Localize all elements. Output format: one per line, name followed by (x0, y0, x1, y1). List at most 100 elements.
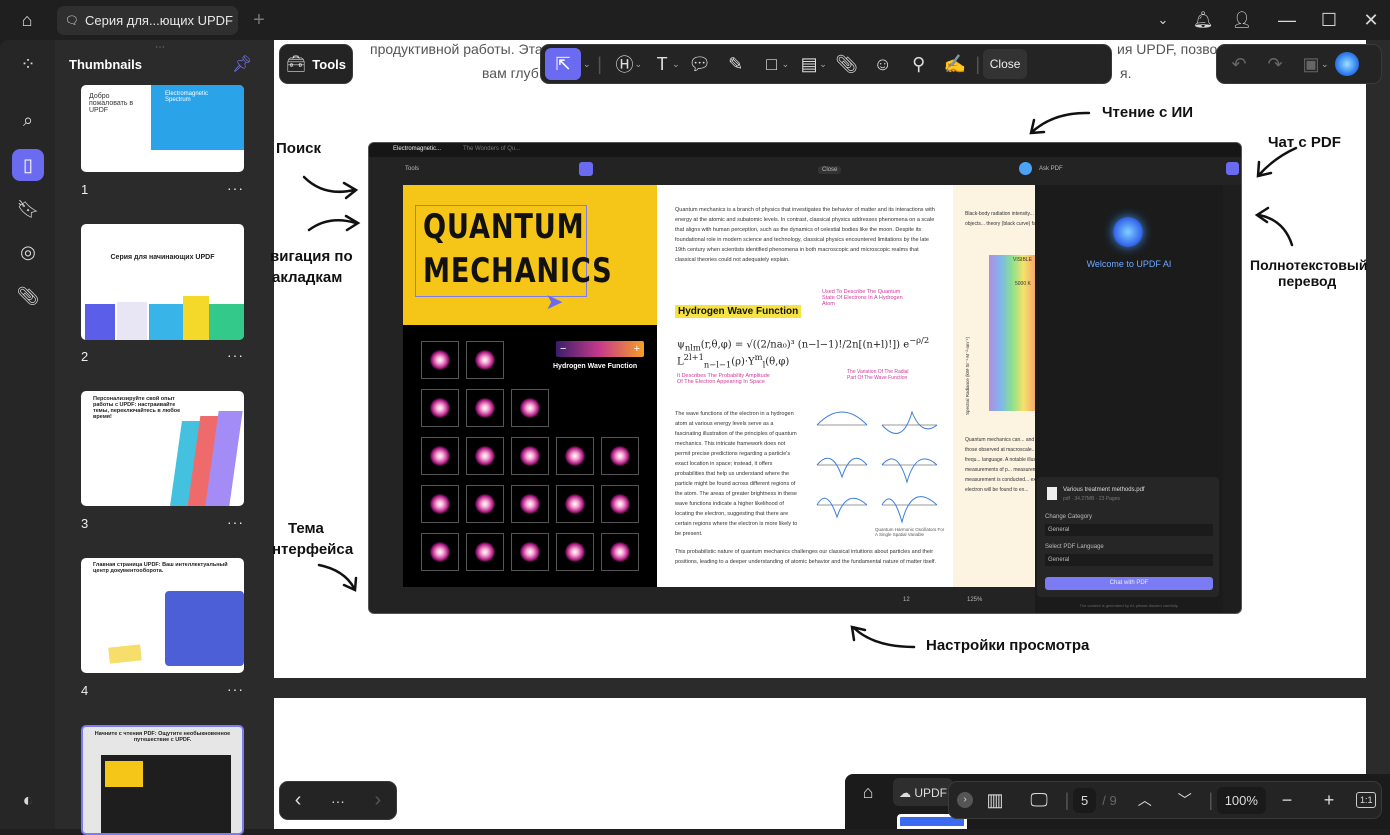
page-more-button[interactable]: ··· (227, 681, 244, 697)
home-icon[interactable]: ⌂ (14, 8, 40, 32)
page-down-icon[interactable]: ﹀ (1165, 784, 1205, 816)
tab-title: Серия для...ющих UPDF (84, 13, 233, 28)
new-tab-button[interactable]: + (249, 8, 269, 32)
user-icon[interactable]: 👤︎ (1231, 8, 1253, 32)
orbital-image (601, 533, 639, 571)
thumbnail-page-1[interactable]: Добро пожаловать в UPDF Electromagnetic … (81, 85, 244, 172)
page-input[interactable]: 5 (1073, 787, 1097, 813)
pages-icon[interactable]: ▯ (12, 149, 44, 181)
file-meta: pdf · 34.27MB · 23 Pages (1063, 496, 1120, 502)
stamp-tool-icon[interactable]: ⚲ (901, 48, 937, 80)
paperclip-icon[interactable]: 📎︎ (12, 280, 44, 312)
thumbnail-page-4[interactable]: Главная страница UPDF: Ваш интеллектуаль… (81, 558, 244, 673)
thumbnail-page-3[interactable]: Персонализируйте свой опыт работы с UPDF… (81, 391, 244, 506)
tools-button[interactable]: 🧰︎ Tools (279, 44, 353, 84)
presentation-icon[interactable]: 🖵︎ (1017, 784, 1061, 816)
minimize-button[interactable]: — (1276, 8, 1298, 32)
theme-icon[interactable]: ◐ (12, 784, 44, 816)
orbital-image (466, 533, 504, 571)
orbital-image (466, 341, 504, 379)
next-button[interactable]: › (375, 789, 382, 812)
thumbnail-page-5[interactable]: Начните с чтения PDF: Ощутите необыкнове… (81, 725, 244, 835)
ai-chat-icon[interactable]: ◎ (12, 236, 44, 268)
orbital-image (556, 533, 594, 571)
maximize-button[interactable]: ☐ (1318, 8, 1340, 32)
bookmark-icon[interactable]: 🔖︎ (12, 193, 44, 225)
thumb-heading: Начните с чтения PDF: Ощутите необыкнове… (94, 731, 231, 743)
thumbnail-page-2[interactable]: Серия для начинающих UPDF (81, 224, 244, 340)
handwritten-note: It Describes The Probability Amplitude O… (677, 373, 770, 385)
orbital-image (601, 437, 639, 475)
undo-icon[interactable]: ↶ (1221, 48, 1257, 80)
pin-icon[interactable]: 📌︎ (232, 54, 252, 74)
home-icon[interactable]: ⌂ (855, 780, 881, 804)
select-tool-icon[interactable]: ⇱ (545, 48, 581, 80)
collapse-icon[interactable]: › (957, 792, 973, 808)
page-total: / 9 (1102, 792, 1117, 808)
orbital-image (511, 533, 549, 571)
orbital-image (556, 485, 594, 523)
file-name: Various treatment methods.pdf (1063, 487, 1145, 493)
ai-welcome: Welcome to UPDF AI (1086, 259, 1172, 269)
comment-tool-icon[interactable]: 💬︎ (682, 48, 718, 80)
panel-title: Thumbnails (69, 57, 142, 72)
redo-icon[interactable]: ↷ (1257, 48, 1293, 80)
doc-heading: Hydrogen Wave Function (675, 305, 802, 318)
annotation-toolbar: ⇱ ⌄ | Ⓗ ⌄ T ⌄ 💬︎ ✎ □ ⌄ ▤ ⌄ 📎︎ ☺ ⚲ ✍ | Close (540, 44, 1112, 84)
page-more-button[interactable]: ··· (227, 514, 244, 530)
title-bar: ⌂ 🗨 Серия для...ющих UPDF + ⌄ 🔔︎ 👤︎ — ☐ ✕ (0, 0, 1390, 40)
page-layout-icon[interactable]: ▥ (973, 784, 1017, 816)
prev-button[interactable]: ‹ (295, 789, 302, 812)
thumbnails-panel: ⋯ Thumbnails 📌︎ Добро пожаловать в UPDF … (55, 40, 272, 835)
category-label: Change Category (1045, 514, 1093, 520)
orbital-image (601, 485, 639, 523)
inner-tab: Electromagnetic... (393, 146, 442, 152)
resize-handle[interactable]: ⋯ (155, 42, 165, 53)
sticker-tool-icon[interactable]: ☺ (865, 48, 901, 80)
pencil-tool-icon[interactable]: ✎ (718, 48, 754, 80)
thumbnails-grid-icon[interactable]: ⁘ (12, 48, 44, 80)
orbital-image (421, 485, 459, 523)
toolbox-icon: 🧰︎ (285, 56, 307, 73)
document-tab[interactable]: 🗨 Серия для...ющих UPDF (57, 6, 238, 35)
inner-ask-pdf: Ask PDF (1039, 166, 1063, 172)
attachment-tool-icon[interactable]: 📎︎ (829, 48, 865, 80)
thumb-heading: Главная страница UPDF: Ваш интеллектуаль… (93, 562, 228, 574)
updf-ai-icon[interactable] (1334, 52, 1359, 76)
bell-icon[interactable]: 🔔︎ (1192, 8, 1214, 32)
left-rail: ⁘ ⌕ ▯ 🔖︎ ◎ 📎︎ ◐ (0, 40, 55, 829)
signature-tool-icon[interactable]: ✍ (937, 48, 973, 80)
inner-tools: Tools (405, 166, 420, 172)
page-more-button[interactable]: ··· (227, 180, 244, 196)
page-more-button[interactable]: ··· (227, 347, 244, 363)
cloud-icon: ☁ (899, 786, 911, 800)
actual-size-button[interactable]: 1:1 (1355, 792, 1377, 808)
doc-paragraph: Black-body radiation intensity... visibl… (965, 211, 1035, 227)
handwritten-note: The Variation Of The Radial Part Of The … (847, 369, 909, 381)
search-icon[interactable]: ⌕ (12, 104, 44, 136)
close-window-button[interactable]: ✕ (1360, 8, 1382, 32)
inner-tab: The Wonders of Qu... (463, 146, 521, 152)
orbital-image (556, 437, 594, 475)
thumb-heading: Добро пожаловать в UPDF (89, 93, 134, 114)
orbital-image (466, 389, 504, 427)
more-button[interactable]: ··· (331, 793, 345, 809)
cursor-icon: ➤ (545, 289, 564, 314)
zoom-out-icon[interactable]: − (1266, 784, 1308, 816)
history-toolbar: ↶ ↷ ▣ ⌄ (1216, 44, 1382, 84)
close-toolbar-button[interactable]: Close (982, 49, 1028, 79)
orbital-image (421, 341, 459, 379)
page-up-icon[interactable]: ︿ (1125, 784, 1165, 816)
chat-with-pdf-button: Chat with PDF (1045, 577, 1213, 590)
language-select: General (1045, 554, 1213, 566)
zoom-input[interactable]: 100% (1216, 786, 1266, 814)
zoom-in-icon[interactable]: + (1308, 784, 1350, 816)
figure-caption: Quantum Harmonic Oscillators For A Singl… (875, 527, 945, 537)
doc-paragraph: This probabilistic nature of quantum mec… (675, 549, 937, 565)
updf-tab-label: UPDF (914, 786, 948, 800)
thumb-heading: Персонализируйте свой опыт работы с UPDF… (93, 396, 181, 420)
chevron-down-icon[interactable]: ⌄ (1152, 8, 1174, 32)
updf-tab[interactable]: ☁ UPDF (893, 778, 953, 806)
comment-icon: 🗨 (65, 15, 79, 27)
thumb-sub: Electromagnetic Spectrum (165, 91, 209, 103)
